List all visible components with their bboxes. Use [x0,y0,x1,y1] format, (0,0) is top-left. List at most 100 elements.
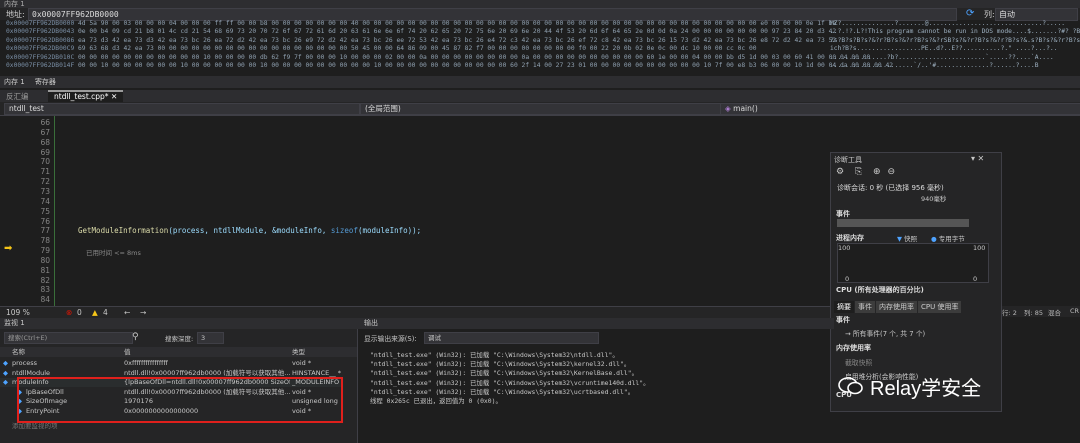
memory-row-address: 0x00007FF962DB0086 [6,36,75,44]
search-depth-label: 搜索深度: [165,335,194,343]
close-icon[interactable]: ✕ [111,92,117,101]
watch-row-value[interactable]: 0xffffffffffffffff [124,359,290,368]
tab-summary[interactable]: 摘要 [834,301,854,313]
line-number-gutter: 66 67 68 69 70 71 72 73 74 75 76 77 78 79 80 81 82 83 84 [0,116,58,306]
output-line: "ntdll_test.exe" (Win32): 已加载 "C:\Window… [370,369,638,378]
tab-memory-usage[interactable]: 内存使用率 [876,301,917,313]
memory-row-address: 0x00007FF962DB014F [6,62,75,69]
diagnostics-title: 诊断工具 [834,156,862,164]
output-line: "ntdll_test.exe" (Win32): 已加载 "C:\Window… [370,360,631,369]
refresh-icon[interactable]: ⟳ [966,8,974,19]
memory-row-address: 0x00007FF962DB010C [6,53,75,61]
memory-row-ascii: MZ?..............?.......@..............… [830,20,1066,27]
line-number: 66 [40,118,50,127]
tab-registers[interactable]: 寄存器 [31,78,60,86]
line-number: 69 [40,147,50,157]
editor-tabbar: 反汇编 ntdll_test.cpp* ✕ [0,90,1080,104]
wechat-icon [838,376,864,396]
diag-session: 诊断会话: 0 秒 (已选择 956 毫秒) [837,184,944,192]
variable-icon: ◆ [3,359,8,367]
status-mode: 混合 [1048,309,1061,317]
all-events-label: 所有事件(7 个, 共 7 个) [852,330,926,338]
variable-icon: ◆ [3,368,8,377]
line-number: 71 [40,167,50,177]
snapshot-legend: ▼ 快照 [897,235,918,243]
mem-usage-label: 内存使用率 [836,344,871,352]
watch-title: 监视 1 [0,318,361,329]
export-icon[interactable]: ⎘ [855,167,862,177]
memory-row: 0x00007FF962DB0086 ea 73 d3 42 ea 73 d3 4… [0,37,1080,45]
zoom-out-icon[interactable]: ⊖ [887,167,895,177]
output-source-dropdown[interactable]: 调试 [424,332,599,344]
code-editor[interactable] [0,116,830,306]
memory-row-hex[interactable]: 69 63 68 d3 42 ea 73 00 00 00 00 00 00 0… [78,45,757,53]
col-type: 类型 [292,348,305,356]
line-number: 77 [40,226,50,236]
tab-events[interactable]: 事件 [855,301,875,313]
events-section-label: 事件 [836,210,850,218]
memory-row: 0x00007FF962DB014F 00 00 10 00 00 00 00 0… [0,62,1080,70]
snapshot-label: 快照 [904,235,918,243]
line-number: 78 [40,236,50,246]
mem-min-label: 0 [845,275,850,283]
line-number: 67 [40,127,50,137]
watch-row-name: process [12,359,37,367]
memory-row-hex[interactable]: 4d 5a 90 00 03 00 00 00 04 00 00 00 ff f… [78,20,836,28]
diag-toolbar: ⚙ ⎘ ⊕ ⊖ [836,167,895,177]
columns-label: 列: [984,10,995,19]
watch-panel: 监视 1 搜索(Ctrl+E) ⚲ 搜索深度: 3 名称 值 类型 ◆ proce… [0,318,361,443]
all-events-link[interactable]: → 所有事件(7 个, 共 7 个) [845,328,925,338]
events-bar [837,219,969,227]
memory-window-title: 内存 1 [0,0,1080,8]
tab-disassembly[interactable]: 反汇编 [6,91,29,102]
scope-dropdown[interactable]: (全局范围) [360,103,721,115]
code-args-end: (moduleInfo)); [357,226,422,235]
highlight-box [17,377,343,423]
settings-icon[interactable]: ⚙ [836,167,844,177]
line-number: 73 [40,186,50,196]
memory-row-hex[interactable]: 00 00 10 00 00 00 00 00 00 10 00 00 00 0… [78,62,893,70]
status-col: 列: 85 [1024,309,1044,317]
project-dropdown[interactable]: ntdll_test [4,103,360,115]
change-margin [54,116,55,306]
zoom-in-icon[interactable]: ⊕ [873,167,881,177]
line-number: 68 [40,137,50,147]
memory-row-hex[interactable]: 00 00 00 00 00 00 00 00 00 00 00 10 00 0… [78,54,870,62]
line-number: 82 [40,275,50,285]
pin-icon[interactable]: ▾ ✕ [971,154,984,163]
editor-context-bar: ntdll_test (全局范围) ◈ main() [0,102,1080,116]
zoom-level[interactable]: 109 % [6,308,30,317]
memory-row-address: 0x00007FF962DB0043 [6,28,75,36]
memory-row-ascii: ?s?B?s?B?s?&?r?B?s?&?r?B?s?&?rSB?s?&?r?B… [830,36,1080,44]
output-source-label: 显示输出来源(S): [364,335,417,343]
code-line-77[interactable]: GetModuleInformation(process, ntdllModul… [78,226,421,235]
private-bytes-legend: ● 专用字节 [931,233,965,243]
current-line-arrow-icon: ➡ [4,243,13,254]
memory-row-hex[interactable]: ea 73 d3 42 ea 73 d3 42 ea 73 bc 26 ea 7… [78,37,836,45]
take-snapshot-button[interactable]: 截取快照 [845,357,872,367]
warning-count[interactable]: 4 [103,308,108,317]
memory-row: 0x00007FF962DB0000 4d 5a 90 00 03 00 00 0… [0,20,1080,28]
nav-back-icon[interactable]: ← [124,308,130,317]
status-line: 行: 2 [1002,309,1017,317]
line-number: 79 [40,246,50,256]
mem-max-label: 100 [838,244,851,252]
search-depth-dropdown[interactable]: 3 [197,332,224,344]
nav-forward-icon[interactable]: → [140,308,146,317]
error-count[interactable]: 0 [77,308,82,317]
search-icon[interactable]: ⚲ [132,332,139,342]
address-label: 地址: [6,10,25,19]
function-dropdown[interactable]: ◈ main() [720,103,1080,115]
line-number: 76 [40,216,50,226]
tab-memory1[interactable]: 内存 1 [0,78,29,86]
watch-search-input[interactable]: 搜索(Ctrl+E) [4,332,133,344]
watch-row-type: void * [292,359,312,367]
watch-row[interactable]: ◆ process 0xffffffffffffffff void * [0,359,342,368]
editor-right-area [1000,116,1080,306]
memory-row-ascii: ..?.!?.L?!This program cannot be run in … [830,28,1080,36]
memory-row-address: 0x00007FF962DB0000 [6,20,75,27]
line-number: 83 [40,285,50,295]
scope-dropdown-value: (全局范围) [365,104,401,113]
memory-row-hex[interactable]: 0e 00 b4 09 cd 21 b8 01 4c cd 21 54 68 6… [78,28,836,36]
tab-cpu-usage[interactable]: CPU 使用率 [918,301,962,313]
